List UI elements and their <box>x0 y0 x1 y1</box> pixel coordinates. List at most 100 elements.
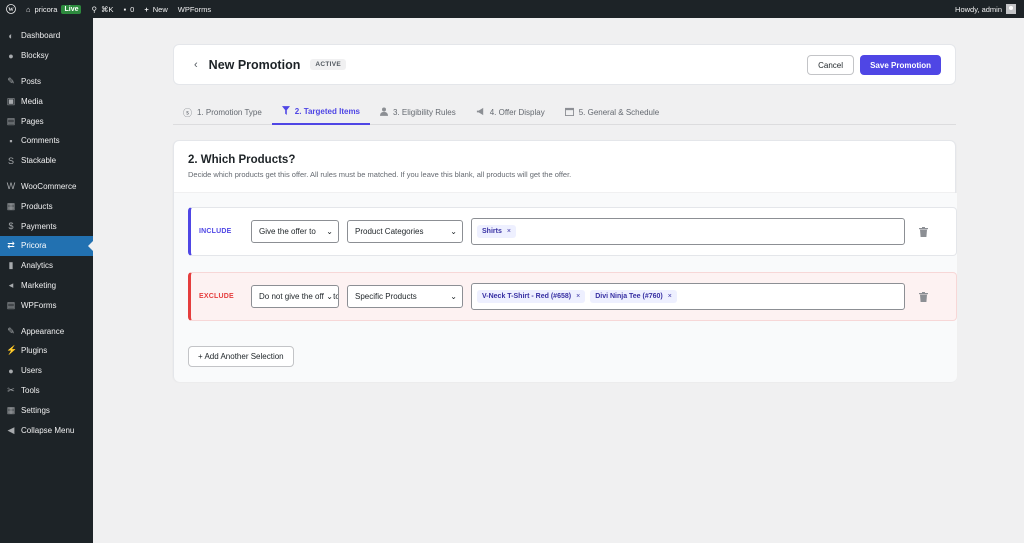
remove-tag-icon[interactable]: × <box>668 293 672 300</box>
rule-type-label: INCLUDE <box>199 228 232 235</box>
step-tabs: ⓢ 1. Promotion Type 2. Targeted Items 3.… <box>173 100 956 125</box>
sidebar-item-label: WooCommerce <box>21 181 77 191</box>
account-menu[interactable]: Howdy, admin <box>955 0 1016 18</box>
remove-tag-icon[interactable]: × <box>576 293 580 300</box>
wpforms-link[interactable]: WPForms <box>173 0 216 18</box>
target-type-select[interactable]: Product Categories ⌄ <box>347 220 463 243</box>
sidebar-item-wpforms[interactable]: ▤ WPForms <box>0 295 93 315</box>
user-icon <box>380 107 389 118</box>
howdy-text: Howdy, admin <box>955 4 1002 14</box>
avatar <box>1006 4 1016 14</box>
sidebar-item-pricora[interactable]: ⇄ Pricora <box>0 235 93 256</box>
filter-icon <box>281 106 290 117</box>
woocommerce-icon: W <box>6 181 16 192</box>
pin-icon: ✎ <box>7 75 15 86</box>
sidebar-item-label: Pricora <box>21 241 47 251</box>
sidebar-item-pages[interactable]: ▤ Pages <box>0 111 93 131</box>
admin-sidebar: ◐ Dashboard ● Blocksy ✎ Posts ▣ Media ▤ Pages ▪ Com… <box>0 18 93 543</box>
sidebar-item-products[interactable]: ▦ Products <box>0 196 93 216</box>
offer-mode-select[interactable]: Give the offer to ⌄ <box>251 220 339 243</box>
products-card: 2. Which Products? Decide which products… <box>173 140 957 382</box>
card-header: 2. Which Products? Decide which products… <box>174 141 955 193</box>
back-chevron-icon[interactable]: ‹ <box>194 59 198 71</box>
collapse-icon: ◀ <box>7 424 15 435</box>
rule-type-label: EXCLUDE <box>199 293 234 300</box>
sidebar-item-label: Media <box>21 96 43 106</box>
sidebar-item-collapse-menu[interactable]: ◀ Collapse Menu <box>0 420 93 440</box>
users-icon: ● <box>8 365 14 376</box>
sidebar-item-payments[interactable]: $ Payments <box>0 216 93 236</box>
section-title: 2. Which Products? <box>188 154 296 166</box>
tab-promotion-type[interactable]: ⓢ 1. Promotion Type <box>173 100 272 124</box>
promotion-header: ‹ New Promotion ACTIVE Cancel Save Promo… <box>173 44 956 85</box>
chevron-down-icon: ⌄ <box>324 292 333 301</box>
dollar-icon: ⓢ <box>183 107 193 118</box>
sidebar-item-label: Posts <box>21 76 42 86</box>
pricora-icon: ⇄ <box>7 240 15 251</box>
tab-offer-display[interactable]: 4. Offer Display <box>466 100 555 124</box>
site-name-link[interactable]: ⌂ pricora Live <box>21 0 86 18</box>
pages-icon: ▤ <box>6 115 16 126</box>
sidebar-item-stackable[interactable]: S Stackable <box>0 151 93 171</box>
live-badge: Live <box>61 4 82 14</box>
wpforms-icon: ▤ <box>6 299 16 310</box>
sidebar-item-label: WPForms <box>21 300 57 310</box>
sidebar-item-media[interactable]: ▣ Media <box>0 91 93 111</box>
svg-text:W: W <box>8 7 14 13</box>
chevron-down-icon: ⌄ <box>448 292 457 301</box>
sidebar-item-label: Appearance <box>21 326 65 336</box>
sidebar-item-blocksy[interactable]: ● Blocksy <box>0 46 93 66</box>
comments-link[interactable]: ▪ 0 <box>119 0 140 18</box>
analytics-icon: ▮ <box>8 260 14 271</box>
sidebar-item-label: Settings <box>21 405 50 415</box>
sidebar-item-users[interactable]: ● Users <box>0 361 93 381</box>
sidebar-item-plugins[interactable]: ⚡ Plugins <box>0 341 93 361</box>
chevron-down-icon: ⌄ <box>448 227 457 236</box>
sidebar-item-label: Stackable <box>21 156 57 166</box>
media-icon: ▣ <box>6 95 16 106</box>
rules-container: INCLUDE Give the offer to ⌄ Product Cate… <box>174 193 957 382</box>
command-palette-button[interactable]: ⚲ ⌘K <box>86 0 118 18</box>
offer-mode-select[interactable]: Do not give the offer to ⌄ <box>251 285 339 308</box>
new-content-link[interactable]: + New <box>139 0 172 18</box>
sidebar-item-woocommerce[interactable]: W WooCommerce <box>0 177 93 197</box>
settings-icon: ▦ <box>6 404 16 415</box>
sidebar-item-dashboard[interactable]: ◐ Dashboard <box>0 26 93 46</box>
delete-rule-icon[interactable] <box>917 226 929 238</box>
cancel-button[interactable]: Cancel <box>807 55 854 75</box>
sidebar-item-label: Products <box>21 201 53 211</box>
tab-general-schedule[interactable]: 5. General & Schedule <box>555 100 670 124</box>
sidebar-item-comments[interactable]: ▪ Comments <box>0 131 93 151</box>
sidebar-item-appearance[interactable]: ✎ Appearance <box>0 321 93 341</box>
tag-input[interactable]: Shirts × <box>471 218 905 245</box>
sidebar-item-label: Blocksy <box>21 51 49 61</box>
sidebar-item-settings[interactable]: ▦ Settings <box>0 400 93 420</box>
page-title: New Promotion <box>208 57 301 72</box>
sidebar-item-tools[interactable]: ✂ Tools <box>0 381 93 401</box>
sidebar-item-label: Analytics <box>21 261 54 271</box>
plus-icon: + <box>144 4 149 14</box>
delete-rule-icon[interactable] <box>917 291 929 303</box>
brush-icon: ✎ <box>7 325 15 336</box>
sidebar-item-posts[interactable]: ✎ Posts <box>0 72 93 92</box>
plugin-icon: ⚡ <box>6 345 18 356</box>
tag-input[interactable]: V-Neck T-Shirt - Red (#658) × Divi Ninja… <box>471 283 905 310</box>
blocksy-icon: ● <box>8 50 14 61</box>
selected-tag: V-Neck T-Shirt - Red (#658) × <box>477 290 586 303</box>
remove-tag-icon[interactable]: × <box>507 228 511 235</box>
target-type-select[interactable]: Specific Products ⌄ <box>347 285 463 308</box>
exclude-rule: EXCLUDE Do not give the offer to ⌄ Speci… <box>188 272 957 321</box>
wordpress-logo-icon[interactable]: W <box>0 0 21 18</box>
sidebar-item-analytics[interactable]: ▮ Analytics <box>0 256 93 276</box>
dashboard-icon: ◐ <box>8 30 14 41</box>
sidebar-item-label: Dashboard <box>21 31 61 41</box>
tab-targeted-items[interactable]: 2. Targeted Items <box>271 100 371 125</box>
sidebar-item-label: Tools <box>21 385 40 395</box>
tab-eligibility-rules[interactable]: 3. Eligibility Rules <box>370 100 466 124</box>
sidebar-item-marketing[interactable]: ◂ Marketing <box>0 276 93 296</box>
calendar-icon <box>564 107 574 118</box>
save-promotion-button[interactable]: Save Promotion <box>860 55 941 75</box>
sidebar-item-label: Plugins <box>21 346 48 356</box>
sidebar-item-label: Pages <box>21 116 44 126</box>
add-selection-button[interactable]: + Add Another Selection <box>188 346 294 367</box>
